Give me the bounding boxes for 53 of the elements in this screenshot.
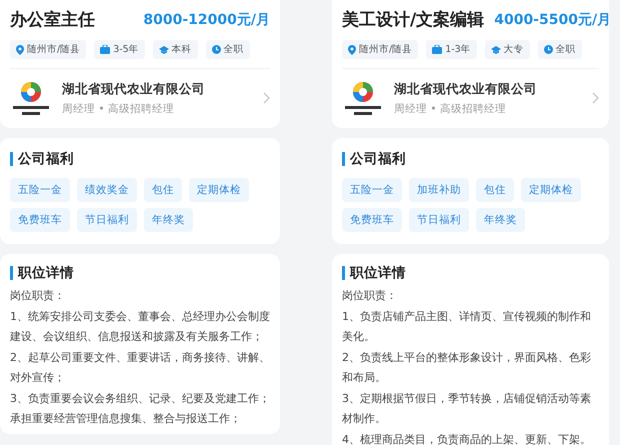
tag-text: 全职 — [556, 43, 576, 56]
briefcase-icon — [432, 45, 442, 54]
tag-text: 大专 — [504, 43, 524, 56]
salary: 4000-5500元/月 — [494, 10, 612, 28]
location-pin-icon — [16, 44, 24, 54]
welfare-tag: 年终奖 — [476, 208, 525, 232]
description-paragraph: 岗位职责： — [10, 288, 66, 304]
description-paragraph: 岗位职责： — [342, 288, 398, 304]
welfare-tag: 免费班车 — [10, 208, 70, 232]
section-title: 职位详情 — [10, 266, 270, 280]
job-title: 办公室主任 — [10, 9, 95, 31]
section-title: 公司福利 — [10, 152, 270, 166]
welfare-tag: 年终奖 — [144, 208, 193, 232]
tag-text: 1-3年 — [445, 43, 471, 56]
welfare-tag: 包住 — [476, 178, 514, 202]
recruiter-info: 周经理 • 高级招聘经理 — [394, 102, 507, 116]
welfare-tag: 包住 — [144, 178, 182, 202]
welfare-tag: 定期体检 — [189, 178, 249, 202]
chevron-right-icon[interactable] — [263, 92, 270, 104]
tag-text: 本科 — [172, 43, 192, 56]
tag-text: 3-5年 — [113, 43, 139, 56]
welfare-tag: 绩效奖金 — [77, 178, 137, 202]
welfare-tag: 加班补助 — [409, 178, 469, 202]
description-paragraph: 2、起草公司重要文件、重要讲话，商务接待、讲解、对外宣传； — [10, 350, 270, 386]
graduation-cap-icon — [490, 46, 501, 54]
description-paragraph: 3、负责重要会议会务组织、记录、纪要及党建工作；承担重要经营管理信息搜集、整合与报送工作； — [10, 390, 270, 427]
welfare-tag: 免费班车 — [342, 208, 402, 232]
job-title: 美工设计/文案编辑 — [342, 9, 484, 31]
clock-icon — [212, 45, 221, 54]
graduation-cap-icon — [158, 46, 169, 54]
salary: 8000-12000元/月 — [143, 10, 270, 28]
company-name[interactable]: 湖北省现代农业有限公司 — [394, 80, 582, 98]
section-title: 职位详情 — [342, 266, 599, 280]
chevron-right-icon[interactable] — [592, 92, 599, 104]
welfare-tag: 节日福利 — [409, 208, 469, 232]
welfare-tag: 五险一金 — [342, 178, 402, 202]
location-pin-icon — [348, 44, 356, 54]
tag-text: 随州市/随县 — [27, 43, 80, 56]
description-paragraph: 2、负责线上平台的整体形象设计，界面风格、色彩和布局。 — [342, 350, 592, 386]
description-paragraph: 4、梳理商品类目，负责商品的上架、更新、下架。 — [342, 432, 592, 445]
welfare-tag: 节日福利 — [77, 208, 137, 232]
briefcase-icon — [100, 45, 110, 54]
description-paragraph: 1、统筹安排公司支委会、董事会、总经理办公会制度建设、会议组织、信息报送和披露及有关服务工作； — [10, 308, 270, 345]
welfare-tag: 定期体检 — [521, 178, 581, 202]
clock-icon — [544, 45, 553, 54]
tag-text: 随州市/随县 — [359, 43, 412, 56]
description-paragraph: 3、定期根据节假日，季节转换，店铺促销活动等素材制作。 — [342, 390, 592, 427]
section-title: 公司福利 — [342, 152, 599, 166]
tag-text: 全职 — [224, 43, 244, 56]
description-paragraph: 1、负责店铺产品主图、详情页、宣传视频的制作和美化。 — [342, 308, 592, 345]
recruiter-info: 周经理 • 高级招聘经理 — [62, 102, 175, 116]
company-name[interactable]: 湖北省现代农业有限公司 — [62, 80, 253, 98]
welfare-tag: 五险一金 — [10, 178, 70, 202]
